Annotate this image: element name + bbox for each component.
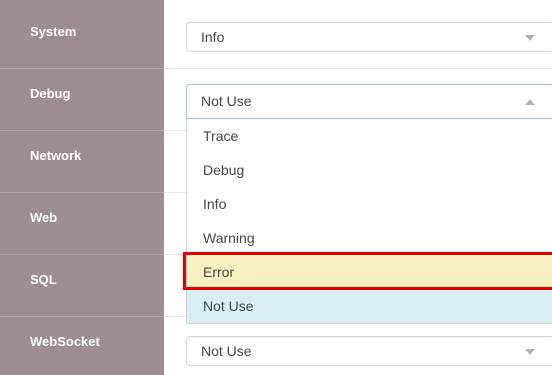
row-divider	[164, 68, 552, 69]
select-value: Not Use	[201, 93, 252, 109]
dropdown-option-info[interactable]: Info	[187, 187, 552, 221]
dropdown-option-error[interactable]: Error	[183, 252, 552, 290]
debug-log-level-dropdown: Trace Debug Info Warning Error Not Use	[183, 119, 552, 324]
debug-log-level-select[interactable]: Not Use	[186, 84, 552, 119]
settings-value-column: Info Not Use Trace Debug Info Warning Er…	[164, 0, 552, 375]
annotation-highlight-box	[183, 252, 552, 290]
logging-settings-screen: System Debug Network Web SQL WebSocket I…	[0, 0, 552, 375]
system-log-level-select[interactable]: Info	[186, 22, 552, 52]
label-divider	[0, 316, 164, 317]
label-divider	[0, 254, 164, 255]
chevron-down-icon	[525, 35, 535, 41]
dropdown-option-trace[interactable]: Trace	[187, 119, 552, 153]
select-value: Not Use	[201, 343, 252, 359]
select-value: Info	[201, 29, 225, 45]
label-divider	[0, 130, 164, 131]
chevron-down-icon	[525, 349, 535, 355]
row-label-sql: SQL	[30, 272, 57, 287]
settings-label-column: System Debug Network Web SQL WebSocket	[0, 0, 164, 375]
row-label-web: Web	[30, 210, 58, 225]
dropdown-option-warning[interactable]: Warning	[187, 221, 552, 255]
label-divider	[0, 68, 164, 69]
dropdown-option-not-use[interactable]: Not Use	[187, 289, 552, 323]
row-label-system: System	[30, 24, 77, 39]
chevron-up-icon	[525, 99, 535, 105]
row-label-network: Network	[30, 148, 82, 163]
websocket-log-level-select[interactable]: Not Use	[186, 336, 552, 366]
label-divider	[0, 192, 164, 193]
dropdown-option-debug[interactable]: Debug	[187, 153, 552, 187]
row-label-websocket: WebSocket	[30, 334, 100, 349]
row-label-debug: Debug	[30, 86, 71, 101]
